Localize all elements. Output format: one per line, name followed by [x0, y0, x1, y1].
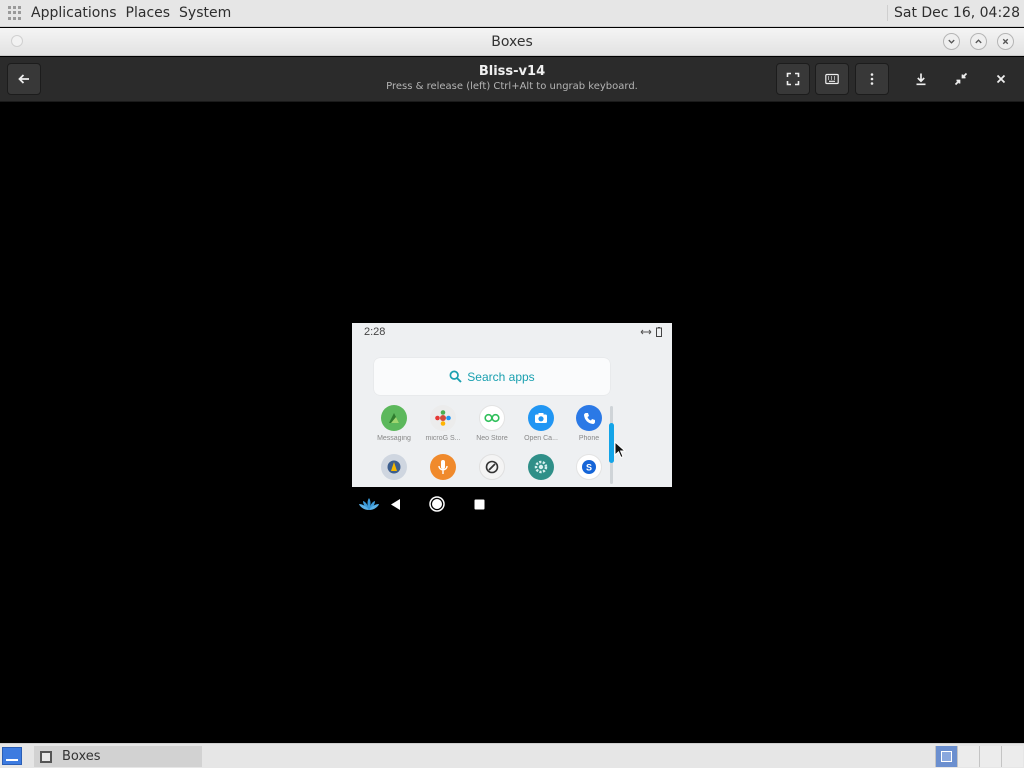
s-app-icon[interactable]: S	[576, 454, 602, 480]
rotate-icon[interactable]	[479, 454, 505, 480]
shrink-icon	[954, 72, 968, 86]
menu-applications[interactable]: Applications	[31, 5, 117, 21]
menu-places[interactable]: Places	[126, 5, 171, 21]
show-desktop-button[interactable]	[2, 747, 22, 765]
android-nav-bar	[352, 490, 672, 520]
menu-system[interactable]: System	[179, 5, 231, 21]
svg-text:S: S	[586, 463, 592, 473]
recents-square-icon[interactable]	[474, 499, 485, 510]
keyboard-button[interactable]	[815, 63, 849, 95]
boxes-icon	[40, 750, 52, 763]
home-circle-icon[interactable]	[429, 496, 445, 512]
taskbar-item-label: Boxes	[62, 749, 101, 764]
window-titlebar[interactable]: Boxes	[0, 28, 1024, 56]
fullscreen-button[interactable]	[776, 63, 810, 95]
bottom-panel: Boxes	[0, 743, 1024, 768]
recorder-icon[interactable]	[430, 454, 456, 480]
app-label-messaging: Messaging	[377, 435, 411, 442]
android-status-icons	[640, 327, 662, 337]
more-vertical-icon	[870, 73, 874, 85]
chevron-up-icon	[975, 39, 982, 44]
battery-icon	[656, 327, 662, 337]
neo-store-icon[interactable]	[479, 405, 505, 431]
close-button[interactable]	[984, 63, 1018, 95]
taskbar-item-boxes[interactable]: Boxes	[34, 746, 202, 767]
close-window-button[interactable]	[997, 33, 1014, 50]
workspace-3[interactable]	[979, 746, 1001, 767]
app-label-neo-store: Neo Store	[476, 435, 508, 442]
workspace-4[interactable]	[1001, 746, 1023, 767]
apps-grid-icon[interactable]	[8, 6, 22, 20]
maximize-button[interactable]	[970, 33, 987, 50]
chevron-down-icon	[948, 39, 955, 44]
download-button[interactable]	[904, 63, 938, 95]
workspace-switcher[interactable]	[935, 746, 1023, 767]
mouse-cursor-icon	[614, 441, 626, 459]
vm-display[interactable]: 2:28 Search apps Messaging microG S... N…	[352, 323, 672, 487]
fullscreen-icon	[786, 72, 800, 86]
header-bar: Bliss-v14 Press & release (left) Ctrl+Al…	[0, 57, 1024, 102]
phone-icon[interactable]	[576, 405, 602, 431]
app-label-open-camera: Open Ca...	[524, 435, 558, 442]
minimize-button[interactable]	[943, 33, 960, 50]
close-icon	[1002, 38, 1009, 45]
messaging-icon[interactable]	[381, 405, 407, 431]
workspace-2[interactable]	[957, 746, 979, 767]
keyboard-icon	[825, 73, 839, 85]
app-label-microg: microG S...	[425, 435, 461, 442]
back-triangle-icon[interactable]	[390, 498, 402, 511]
network-icon	[640, 329, 652, 335]
unfullscreen-button[interactable]	[944, 63, 978, 95]
camera-icon[interactable]	[528, 405, 554, 431]
top-panel: Applications Places System Sat Dec 16, 0…	[0, 0, 1024, 27]
download-icon	[916, 73, 926, 86]
lotus-icon[interactable]	[358, 497, 380, 511]
app-label-phone: Phone	[578, 435, 600, 442]
search-icon	[449, 370, 462, 383]
microg-icon[interactable]	[430, 405, 456, 431]
android-status-time: 2:28	[364, 326, 386, 338]
window-title: Boxes	[491, 34, 533, 50]
close-icon	[996, 74, 1006, 84]
app-icon[interactable]	[381, 454, 407, 480]
settings-icon[interactable]	[528, 454, 554, 480]
workspace-1[interactable]	[935, 746, 957, 767]
search-apps-field[interactable]: Search apps	[374, 358, 610, 395]
clock[interactable]: Sat Dec 16, 04:28	[886, 5, 1020, 21]
search-apps-placeholder: Search apps	[467, 369, 535, 384]
menu-button[interactable]	[855, 63, 889, 95]
